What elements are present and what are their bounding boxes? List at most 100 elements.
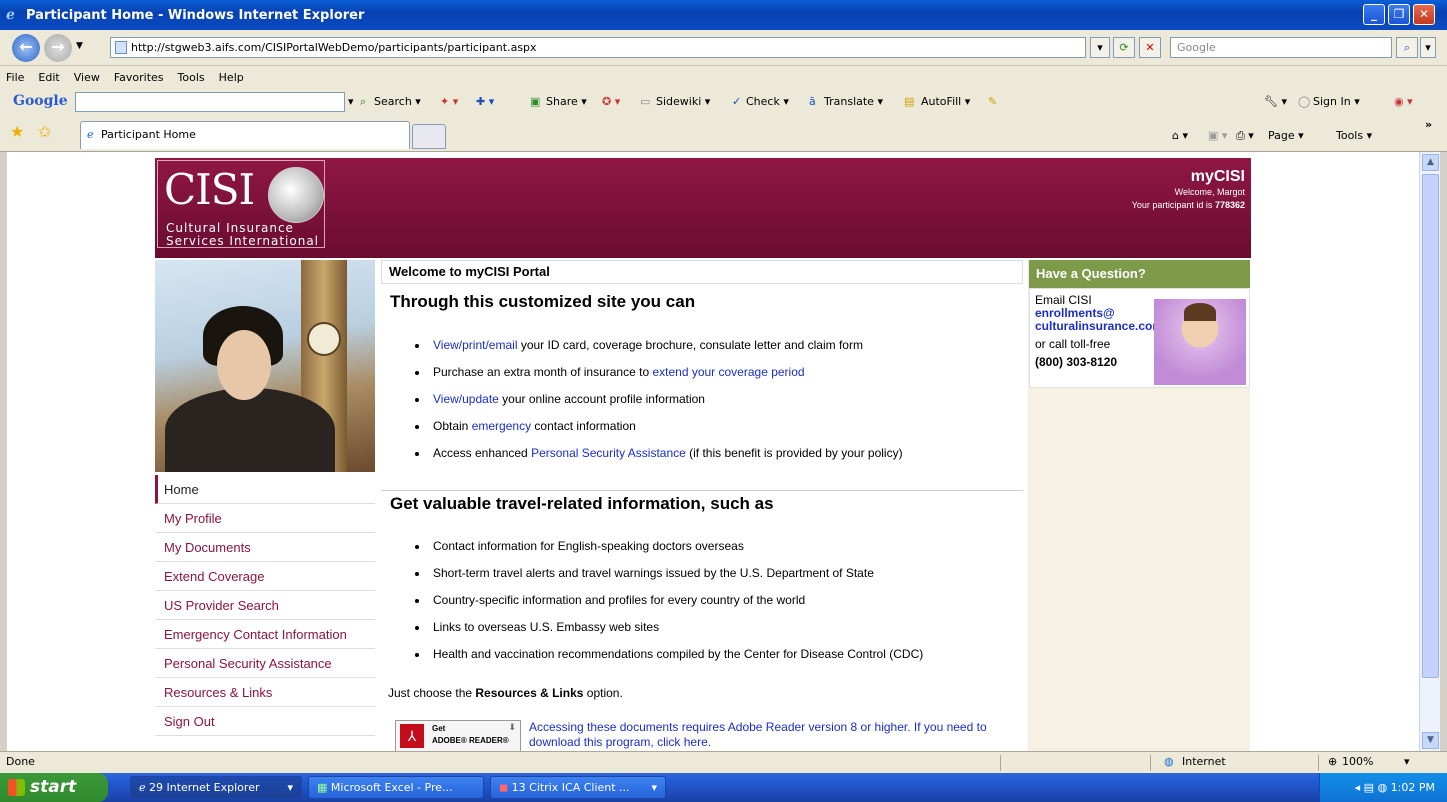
print-icon[interactable]: ⎙ ▾ <box>1236 129 1254 143</box>
zoom-level[interactable]: 100% <box>1342 752 1373 772</box>
nav-my-profile[interactable]: My Profile <box>155 504 375 533</box>
get-adobe-reader-button[interactable]: ⅄ Get ADOBE® READER® ⬇ <box>395 720 521 751</box>
stop-button[interactable]: ✕ <box>1139 37 1161 58</box>
autofill-button[interactable]: AutoFill ▾ <box>921 95 970 108</box>
tray-icons[interactable]: ◂ ▤ ◍ <box>1355 781 1391 794</box>
task-excel[interactable]: ▦ Microsoft Excel - Pre... <box>308 776 484 799</box>
personal-security-link[interactable]: Personal Security Assistance <box>531 446 686 460</box>
google-search-input[interactable] <box>75 92 345 112</box>
taskbar: start ℯ 29 Internet Explorer ▾ ▦ Microsof… <box>0 773 1447 802</box>
system-tray: ◂ ▤ ◍ 1:02 PM <box>1319 773 1447 802</box>
participant-id-prefix: Your participant id is <box>1131 200 1213 210</box>
page-viewport: CISI Cultural Insurance Services Interna… <box>7 152 1419 751</box>
new-tab-button[interactable] <box>412 124 446 149</box>
nav-resources-links[interactable]: Resources & Links <box>155 678 375 707</box>
google-search-icon: ⌕ <box>360 95 367 108</box>
list-item: Access enhanced Personal Security Assist… <box>415 446 903 473</box>
menu-edit[interactable]: Edit <box>38 71 59 84</box>
tools-menu[interactable]: Tools ▾ <box>1336 129 1372 142</box>
hero-photo <box>155 260 375 472</box>
menu-favorites[interactable]: Favorites <box>114 71 164 84</box>
ie-task-icon: ℯ <box>139 781 150 794</box>
scroll-thumb[interactable] <box>1422 174 1439 678</box>
search-options-button[interactable]: ▾ <box>1420 37 1436 58</box>
translate-button[interactable]: Translate ▾ <box>824 95 883 108</box>
clock[interactable]: 1:02 PM <box>1391 781 1435 794</box>
tab-participant-home[interactable]: ℯ Participant Home <box>80 121 410 149</box>
adobe-download-link[interactable]: Accessing these documents requires Adobe… <box>529 720 1019 750</box>
excel-icon: ▦ <box>317 781 331 794</box>
toolbar-extra-icon[interactable]: ◉ ▾ <box>1394 95 1413 108</box>
nav-us-provider-search[interactable]: US Provider Search <box>155 591 375 620</box>
list-item-text: Purchase an extra month of insurance to <box>433 365 653 379</box>
list-item-text: contact information <box>531 419 636 433</box>
nav-my-documents[interactable]: My Documents <box>155 533 375 562</box>
menu-file[interactable]: File <box>6 71 24 84</box>
question-title: Have a Question? <box>1029 260 1250 288</box>
emergency-link[interactable]: emergency <box>472 419 531 433</box>
vertical-scrollbar[interactable]: ▲ ▼ <box>1419 152 1440 751</box>
task-internet-explorer[interactable]: ℯ 29 Internet Explorer ▾ <box>130 776 302 799</box>
maximize-button[interactable]: ❐ <box>1388 4 1410 25</box>
share-button[interactable]: Share ▾ <box>546 95 587 108</box>
sign-in-button[interactable]: Sign In ▾ <box>1313 95 1360 108</box>
extend-coverage-link[interactable]: extend your coverage period <box>652 365 804 379</box>
history-dropdown-icon[interactable]: ▼ <box>76 41 83 51</box>
menu-help[interactable]: Help <box>219 71 244 84</box>
address-dropdown-button[interactable]: ▾ <box>1090 37 1110 58</box>
start-button[interactable]: start <box>0 773 108 802</box>
participant-id: 778362 <box>1214 200 1245 210</box>
refresh-button[interactable]: ⟳ <box>1113 37 1135 58</box>
list-item: View/print/email your ID card, coverage … <box>415 338 903 365</box>
minimize-button[interactable]: _ <box>1363 4 1385 25</box>
google-bookmarks-icon[interactable]: ✦ ▾ <box>440 95 458 108</box>
feeds-icon[interactable]: ▣ ▾ <box>1208 129 1227 142</box>
list-item: View/update your online account profile … <box>415 392 903 419</box>
check-button[interactable]: Check ▾ <box>746 95 789 108</box>
wrench-icon[interactable]: 🔧︎ ▾ <box>1264 95 1287 108</box>
travel-info-list: Contact information for English-speaking… <box>415 539 923 674</box>
support-agent-photo <box>1154 299 1246 385</box>
close-button[interactable]: ✕ <box>1413 4 1435 25</box>
menu-tools[interactable]: Tools <box>178 71 205 84</box>
address-input[interactable]: http://stgweb3.aifs.com/CISIPortalWebDem… <box>110 37 1086 58</box>
start-label: start <box>30 777 77 797</box>
zoom-dropdown-icon[interactable]: ▾ <box>1404 752 1410 772</box>
menu-view[interactable]: View <box>74 71 100 84</box>
highlight-icon[interactable]: ✎ <box>988 95 997 108</box>
list-item: Country-specific information and profile… <box>415 593 923 620</box>
sidewiki-button[interactable]: Sidewiki ▾ <box>656 95 710 108</box>
search-input[interactable]: Google <box>1170 37 1392 58</box>
nav-sign-out[interactable]: Sign Out <box>155 707 375 736</box>
side-nav: Home My Profile My Documents Extend Cove… <box>155 475 375 736</box>
back-button[interactable]: ← <box>12 34 40 62</box>
page-menu[interactable]: Page ▾ <box>1268 129 1304 142</box>
google-toolbar: Google ▾ ⌕ Search ▾ ✦ ▾ ✚ ▾ ▣ Share ▾ ✪ … <box>0 88 1447 116</box>
status-divider <box>1000 755 1001 771</box>
favorites-star-icon[interactable]: ★ <box>10 122 24 141</box>
home-icon[interactable]: ⌂ ▾ <box>1172 129 1188 142</box>
google-search-button[interactable]: Search ▾ <box>374 95 421 108</box>
nav-home[interactable]: Home <box>155 475 375 504</box>
search-button[interactable]: ⌕ <box>1396 37 1418 58</box>
cisi-site: CISI Cultural Insurance Services Interna… <box>155 152 1251 751</box>
forward-button[interactable]: → <box>44 34 72 62</box>
cisi-logo[interactable]: CISI Cultural Insurance Services Interna… <box>157 160 325 248</box>
task-citrix[interactable]: ◼ 13 Citrix ICA Client ... ▾ <box>490 776 666 799</box>
add-favorites-icon[interactable]: ✩ <box>38 122 51 141</box>
chevron-more-icon[interactable]: » <box>1425 118 1432 131</box>
features-list: View/print/email your ID card, coverage … <box>415 338 903 473</box>
status-text: Done <box>6 755 35 768</box>
google-plus-icon[interactable]: ✚ ▾ <box>476 95 494 108</box>
scroll-down-button[interactable]: ▼ <box>1422 732 1439 749</box>
scroll-up-button[interactable]: ▲ <box>1422 154 1439 171</box>
nav-emergency-contact[interactable]: Emergency Contact Information <box>155 620 375 649</box>
nav-extend-coverage[interactable]: Extend Coverage <box>155 562 375 591</box>
pagerank-icon[interactable]: ✪ ▾ <box>602 95 620 108</box>
nav-personal-security[interactable]: Personal Security Assistance <box>155 649 375 678</box>
main-content: Welcome to myCISI Portal Through this cu… <box>381 260 1023 751</box>
view-update-link[interactable]: View/update <box>433 392 499 406</box>
view-print-email-link[interactable]: View/print/email <box>433 338 517 352</box>
google-dropdown-icon[interactable]: ▾ <box>348 95 354 108</box>
window-title-bar[interactable]: ℯ Participant Home - Windows Internet Ex… <box>0 0 1447 30</box>
